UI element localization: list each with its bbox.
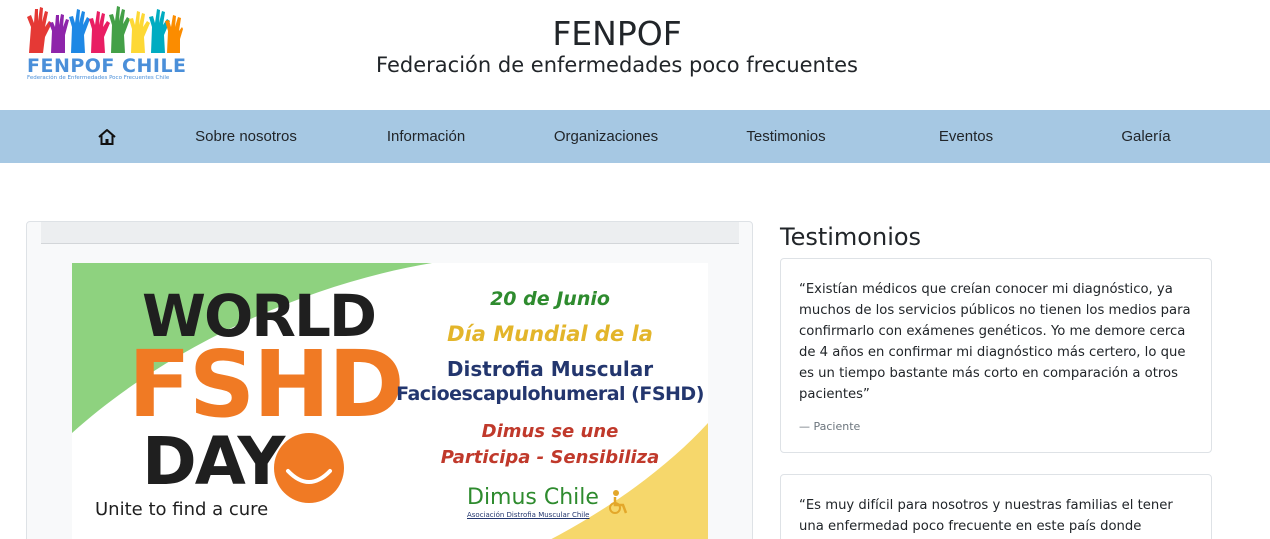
- testimonial-card: “Existían médicos que creían conocer mi …: [780, 258, 1212, 453]
- wheelchair-icon: [609, 490, 628, 514]
- nav-item-sobre-nosotros[interactable]: Sobre nosotros: [176, 110, 316, 163]
- card-header-bar: [41, 222, 739, 244]
- testimonial-author: — Paciente: [799, 420, 861, 433]
- fshd-day-banner[interactable]: WORLD FSHD DAY Unite to find a cure 20 d…: [72, 263, 708, 539]
- testimonial-card: “Es muy difícil para nosotros y nuestras…: [780, 474, 1212, 539]
- banner-line2: Distrofia Muscular: [446, 357, 654, 381]
- testimonial-text: “Existían médicos que creían conocer mi …: [799, 282, 1191, 402]
- home-icon[interactable]: [97, 127, 117, 147]
- page-subtitle: Federación de enfermedades poco frecuent…: [376, 53, 858, 77]
- nav-item-informacion[interactable]: Información: [356, 110, 496, 163]
- testimonial-text: “Es muy difícil para nosotros y nuestras…: [799, 498, 1173, 534]
- site-header: FENPOF CHILE Federación de Enfermedades …: [0, 0, 1270, 110]
- event-card: WORLD FSHD DAY Unite to find a cure 20 d…: [26, 221, 753, 539]
- banner-day: DAY: [142, 423, 285, 500]
- banner-fshd: FSHD: [128, 331, 404, 438]
- nav-item-galeria[interactable]: Galería: [1076, 110, 1216, 163]
- banner-tagline: Unite to find a cure: [95, 499, 269, 520]
- banner-line1: Día Mundial de la: [447, 322, 653, 346]
- banner-line3: Facioescapulohumeral (FSHD): [396, 383, 704, 405]
- banner-line5: Participa - Sensibiliza: [440, 447, 660, 468]
- nav-item-organizaciones[interactable]: Organizaciones: [536, 110, 676, 163]
- page-title: FENPOF: [552, 14, 682, 53]
- smile-icon: [274, 433, 344, 503]
- banner-org-sub: Asociación Distrofia Muscular Chile: [467, 511, 590, 519]
- banner-line4: Dimus se une: [481, 421, 619, 442]
- banner-org-name: Dimus Chile: [467, 485, 599, 510]
- nav-item-testimonios[interactable]: Testimonios: [716, 110, 856, 163]
- testimonials-heading: Testimonios: [780, 223, 922, 251]
- nav-item-eventos[interactable]: Eventos: [896, 110, 1036, 163]
- main-navigation: Sobre nosotros Información Organizacione…: [0, 110, 1270, 163]
- banner-date: 20 de Junio: [490, 288, 610, 310]
